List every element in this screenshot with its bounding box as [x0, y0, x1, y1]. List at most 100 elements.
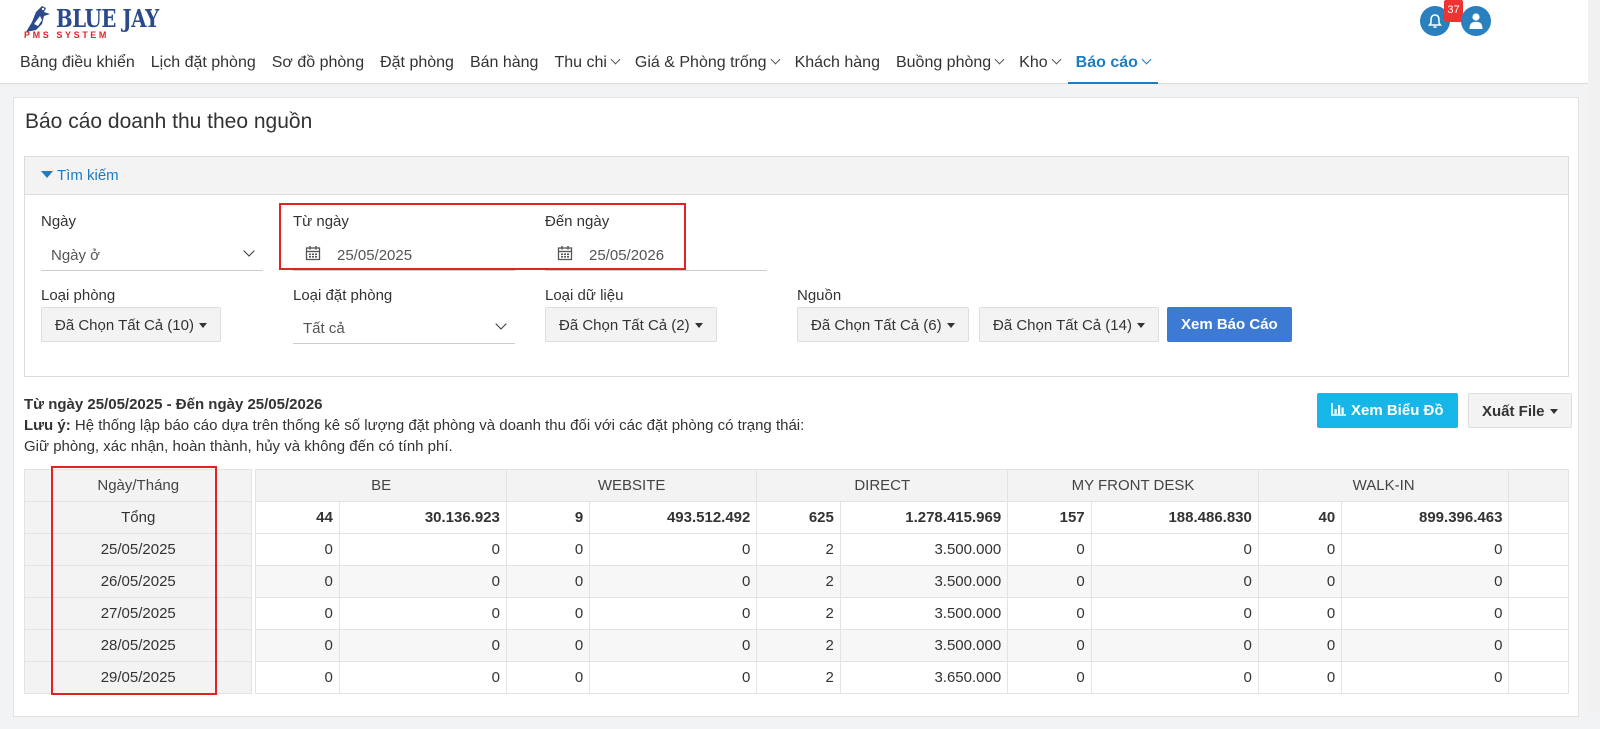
view-report-button[interactable]: Xem Báo Cáo [1167, 307, 1292, 342]
report-table-container[interactable]: Ngày/Tháng BE WEBSITE DIRECT MY FRONT DE… [24, 469, 1569, 729]
row-count: 0 [505, 597, 591, 630]
row-revenue: 0 [338, 629, 507, 662]
row-count: 0 [1007, 661, 1092, 694]
brand-name: BLUE JAY [56, 4, 159, 33]
report-date-range: Từ ngày 25/05/2025 - Đến ngày 25/05/2026 [24, 396, 323, 413]
row-revenue: 3.500.000 [839, 533, 1009, 566]
row-count: 0 [505, 565, 591, 598]
row-revenue: 0 [589, 661, 758, 694]
data-type-label: Loại dữ liệu [545, 287, 624, 304]
row-revenue: 0 [338, 533, 507, 566]
from-date-value: 25/05/2025 [337, 247, 413, 264]
date-column-header[interactable]: Ngày/Tháng [24, 469, 253, 502]
row-revenue: 0 [1090, 565, 1259, 598]
chevron-down-icon [994, 54, 1005, 65]
filter-icon [41, 171, 53, 178]
table-row: 29/05/2025 00 00 2 3.650.000 00 00 [24, 661, 1569, 694]
row-count: 2 [756, 661, 841, 694]
brand-subtitle: PMS SYSTEM [24, 30, 110, 40]
row-count: 0 [1257, 533, 1343, 566]
nav-label: Khách hàng [794, 54, 880, 71]
nav-label: Bán hàng [469, 54, 539, 71]
row-revenue: 0 [589, 629, 758, 662]
chevron-down-icon [243, 245, 255, 257]
from-date-input[interactable]: 25/05/2025 [293, 239, 515, 271]
row-count: 0 [1257, 661, 1343, 694]
row-revenue: 0 [589, 565, 758, 598]
source-value: Đã Chọn Tất Cả (14) [993, 317, 1132, 334]
row-count: 0 [1007, 565, 1092, 598]
export-file-button[interactable]: Xuất File [1468, 393, 1572, 428]
to-date-value: 25/05/2026 [589, 247, 665, 264]
room-type-label: Loại phòng [41, 287, 116, 304]
overflow-cell [1508, 597, 1569, 630]
nav-label: Báo cáo [1075, 54, 1138, 71]
total-count: 9 [505, 501, 591, 534]
to-date-input[interactable]: 25/05/2026 [545, 239, 767, 271]
row-revenue: 0 [338, 565, 507, 598]
caret-down-icon [946, 323, 955, 328]
source-column-header[interactable]: BE [255, 469, 507, 502]
source-multiselect[interactable]: Đã Chọn Tất Cả (14) [979, 307, 1159, 342]
overflow-cell [1508, 661, 1569, 694]
nav-item-dashboard[interactable]: Bảng điều khiển [0, 50, 143, 84]
source-column-header[interactable]: WALK-IN [1257, 469, 1510, 502]
calendar-icon [305, 246, 321, 261]
row-count: 0 [1007, 533, 1092, 566]
total-count: 625 [756, 501, 841, 534]
report-note: Lưu ý: Hệ thống lập báo cáo dựa trên thố… [24, 417, 804, 434]
date-type-select[interactable]: Ngày ở [41, 239, 263, 271]
row-revenue: 3.650.000 [839, 661, 1009, 694]
row-revenue: 0 [338, 661, 507, 694]
source-label: Nguồn [797, 287, 842, 304]
source-column-header[interactable]: MY FRONT DESK [1007, 469, 1259, 502]
overflow-cell [1508, 501, 1569, 534]
view-chart-label: Xem Biểu Đồ [1351, 402, 1444, 419]
table-row: 28/05/2025 00 00 2 3.500.000 00 00 [24, 629, 1569, 662]
blue-jay-logo[interactable]: BLUE JAY PMS SYSTEM [22, 2, 159, 40]
view-chart-button[interactable]: Xem Biểu Đồ [1317, 393, 1458, 428]
nav-item-inventory[interactable]: Kho [1011, 50, 1067, 84]
page-scrollbar[interactable] [1588, 0, 1600, 712]
nav-item-reports[interactable]: Báo cáo [1067, 50, 1158, 84]
room-type-multiselect[interactable]: Đã Chọn Tất Cả (10) [41, 307, 221, 342]
overflow-cell [1508, 533, 1569, 566]
nav-item-booking-calendar[interactable]: Lịch đặt phòng [143, 50, 264, 84]
row-date: 29/05/2025 [24, 661, 253, 694]
caret-down-icon [1549, 409, 1558, 414]
source-column-header[interactable]: WEBSITE [505, 469, 758, 502]
total-count: 44 [255, 501, 340, 534]
row-revenue: 0 [589, 597, 758, 630]
user-menu-button[interactable] [1461, 6, 1491, 36]
nav-item-reservations[interactable]: Đặt phòng [372, 50, 462, 84]
row-revenue: 0 [589, 533, 758, 566]
revenue-by-source-table: Ngày/Tháng BE WEBSITE DIRECT MY FRONT DE… [24, 469, 1569, 694]
nav-item-room-map[interactable]: Sơ đồ phòng [264, 50, 372, 84]
chevron-down-icon [1051, 54, 1062, 65]
nav-label: Sơ đồ phòng [271, 54, 365, 71]
booking-type-select[interactable]: Tất cả [293, 312, 515, 344]
total-revenue: 30.136.923 [338, 501, 507, 534]
nav-item-housekeeping[interactable]: Buồng phòng [888, 50, 1011, 84]
row-count: 2 [756, 597, 841, 630]
nav-item-sales[interactable]: Bán hàng [462, 50, 547, 84]
nav-item-income-expense[interactable]: Thu chi [546, 50, 626, 84]
nav-item-customers[interactable]: Khách hàng [787, 50, 888, 84]
from-date-label: Từ ngày [293, 213, 349, 230]
row-revenue: 0 [1341, 533, 1510, 566]
date-type-label: Ngày [41, 213, 77, 230]
source-group-multiselect[interactable]: Đã Chọn Tất Cả (6) [797, 307, 969, 342]
data-type-multiselect[interactable]: Đã Chọn Tất Cả (2) [545, 307, 717, 342]
main-nav: Bảng điều khiển Lịch đặt phòng Sơ đồ phò… [0, 50, 1158, 84]
search-panel-header[interactable]: Tìm kiếm [25, 157, 1568, 195]
total-revenue: 188.486.830 [1090, 501, 1259, 534]
data-type-value: Đã Chọn Tất Cả (2) [559, 317, 690, 334]
row-revenue: 0 [1341, 565, 1510, 598]
nav-item-rates-availability[interactable]: Giá & Phòng trống [627, 50, 787, 84]
row-count: 0 [1007, 629, 1092, 662]
source-column-header[interactable]: DIRECT [756, 469, 1009, 502]
row-revenue: 0 [1341, 629, 1510, 662]
room-type-value: Đã Chọn Tất Cả (10) [55, 317, 194, 334]
row-revenue: 0 [1341, 597, 1510, 630]
calendar-icon [557, 246, 573, 261]
